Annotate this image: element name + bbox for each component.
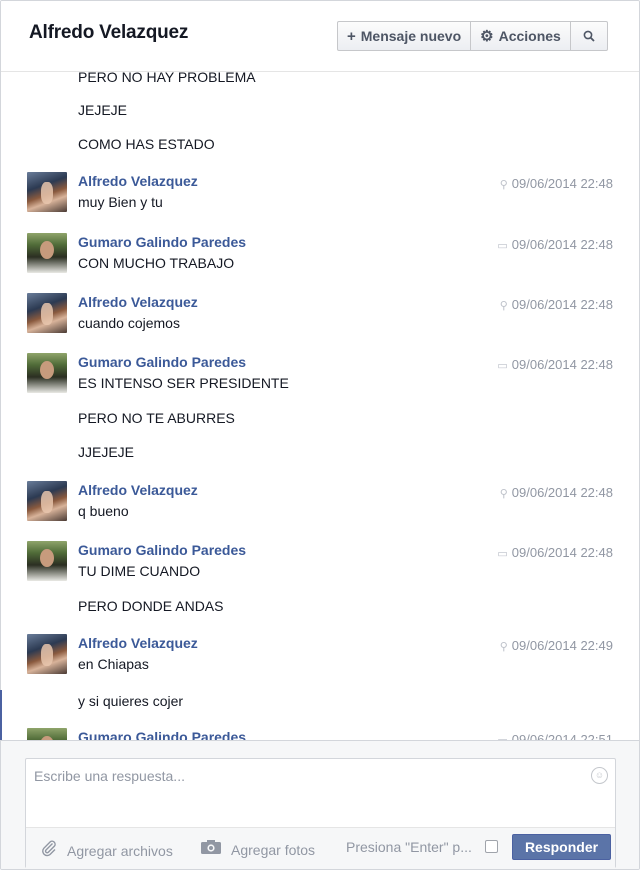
location-pin-icon: ⚲: [499, 641, 508, 653]
composer-toolbar: Agregar archivos Agregar fotos Presiona …: [26, 827, 615, 868]
camera-icon: [200, 839, 222, 860]
paperclip-icon: [40, 839, 58, 862]
chat-bubble-icon: ▭: [497, 360, 508, 372]
reply-footer: ☺ Agregar archivos Agregar fotos Presion…: [1, 740, 639, 869]
new-message-label: Mensaje nuevo: [360, 28, 462, 44]
conversation-title[interactable]: Alfredo Velazquez: [29, 22, 188, 44]
message-timestamp: ▭ 09/06/2014 22:48: [497, 237, 613, 252]
message-text: en Chiapas: [78, 656, 149, 672]
message-timestamp: ▭ 09/06/2014 22:48: [497, 545, 613, 560]
timestamp-text: 09/06/2014 22:48: [511, 485, 613, 500]
location-pin-icon: ⚲: [499, 179, 508, 191]
message-text: ES INTENSO SER PRESIDENTE: [78, 375, 289, 391]
sender-name[interactable]: Gumaro Galindo Paredes: [78, 729, 246, 740]
reply-composer: ☺ Agregar archivos Agregar fotos Presion…: [25, 758, 616, 868]
message-text: PERO NO HAY PROBLEMA: [78, 72, 256, 85]
message-text: muy Bien y tu: [78, 194, 163, 210]
chat-bubble-icon: ▭: [497, 240, 508, 252]
search-icon: [583, 30, 595, 42]
message-text: PERO DONDE ANDAS: [78, 598, 224, 614]
attach-files-label: Agregar archivos: [67, 842, 173, 859]
avatar[interactable]: [27, 634, 67, 674]
message-timestamp: ▭09/06/2014 22:51: [497, 732, 613, 740]
sender-name[interactable]: Gumaro Galindo Paredes: [78, 354, 246, 370]
avatar[interactable]: [27, 233, 67, 273]
avatar[interactable]: [27, 481, 67, 521]
location-pin-icon: ⚲: [499, 300, 508, 312]
message-timestamp: ⚲ 09/06/2014 22:49: [500, 638, 613, 653]
sender-name[interactable]: Gumaro Galindo Paredes: [78, 234, 246, 250]
search-button[interactable]: [571, 22, 607, 50]
location-pin-icon: ⚲: [499, 488, 508, 500]
message-text: y si quieres cojer: [78, 693, 184, 709]
attach-files-button[interactable]: Agregar archivos: [40, 839, 173, 862]
reply-button[interactable]: Responder: [512, 834, 611, 860]
emoji-icon[interactable]: ☺: [591, 767, 608, 784]
timestamp-text: 09/06/2014 22:51: [511, 732, 613, 740]
message-timestamp: ⚲ 09/06/2014 22:48: [500, 176, 613, 191]
plus-icon: +: [347, 27, 356, 45]
sender-name[interactable]: Alfredo Velazquez: [78, 482, 198, 498]
new-message-button[interactable]: + Mensaje nuevo: [338, 22, 472, 50]
avatar[interactable]: [27, 353, 67, 393]
conversation-window: Alfredo Velazquez + Mensaje nuevo ⚙ Acci…: [0, 0, 640, 870]
enter-to-send-hint: Presiona "Enter" p...: [346, 839, 472, 855]
add-photos-button[interactable]: Agregar fotos: [200, 839, 315, 860]
timestamp-text: 09/06/2014 22:48: [511, 297, 613, 312]
message-text: q bueno: [78, 503, 129, 519]
timestamp-text: 09/06/2014 22:48: [511, 237, 613, 252]
add-photos-label: Agregar fotos: [231, 841, 316, 858]
sender-name[interactable]: Alfredo Velazquez: [78, 294, 198, 310]
avatar[interactable]: [27, 541, 67, 581]
message-text: TU DIME CUANDO: [78, 563, 201, 579]
message-text: CON MUCHO TRABAJO: [78, 255, 235, 271]
message-timestamp: ⚲ 09/06/2014 22:48: [500, 297, 613, 312]
message-text: PERO NO TE ABURRES: [78, 410, 235, 426]
timestamp-text: 09/06/2014 22:48: [511, 176, 613, 191]
actions-button[interactable]: ⚙ Acciones: [471, 22, 571, 50]
message-text: JEJEJE: [78, 102, 128, 118]
avatar[interactable]: [27, 728, 67, 740]
sender-name[interactable]: Alfredo Velazquez: [78, 173, 198, 189]
left-edge-accent: [0, 690, 2, 740]
timestamp-text: 09/06/2014 22:49: [511, 638, 613, 653]
message-text: COMO HAS ESTADO: [78, 136, 215, 152]
sender-name[interactable]: Gumaro Galindo Paredes: [78, 542, 246, 558]
message-text: JJEJEJE: [78, 444, 135, 460]
actions-label: Acciones: [498, 28, 561, 44]
timestamp-text: 09/06/2014 22:48: [511, 545, 613, 560]
message-timestamp: ⚲ 09/06/2014 22:48: [500, 485, 613, 500]
avatar[interactable]: [27, 172, 67, 212]
header-button-group: + Mensaje nuevo ⚙ Acciones: [337, 21, 608, 51]
gear-icon: ⚙: [480, 28, 494, 45]
message-timestamp: ▭ 09/06/2014 22:48: [497, 357, 613, 372]
chat-bubble-icon: ▭: [497, 548, 508, 560]
message-thread[interactable]: PERO NO HAY PROBLEMA JEJEJE COMO HAS ESTAD…: [1, 72, 639, 740]
avatar[interactable]: [27, 293, 67, 333]
enter-to-send-checkbox[interactable]: [485, 840, 498, 853]
conversation-header: Alfredo Velazquez + Mensaje nuevo ⚙ Acci…: [1, 1, 639, 72]
timestamp-text: 09/06/2014 22:48: [511, 357, 613, 372]
message-text: cuando cojemos: [78, 315, 180, 331]
sender-name[interactable]: Alfredo Velazquez: [78, 635, 198, 651]
